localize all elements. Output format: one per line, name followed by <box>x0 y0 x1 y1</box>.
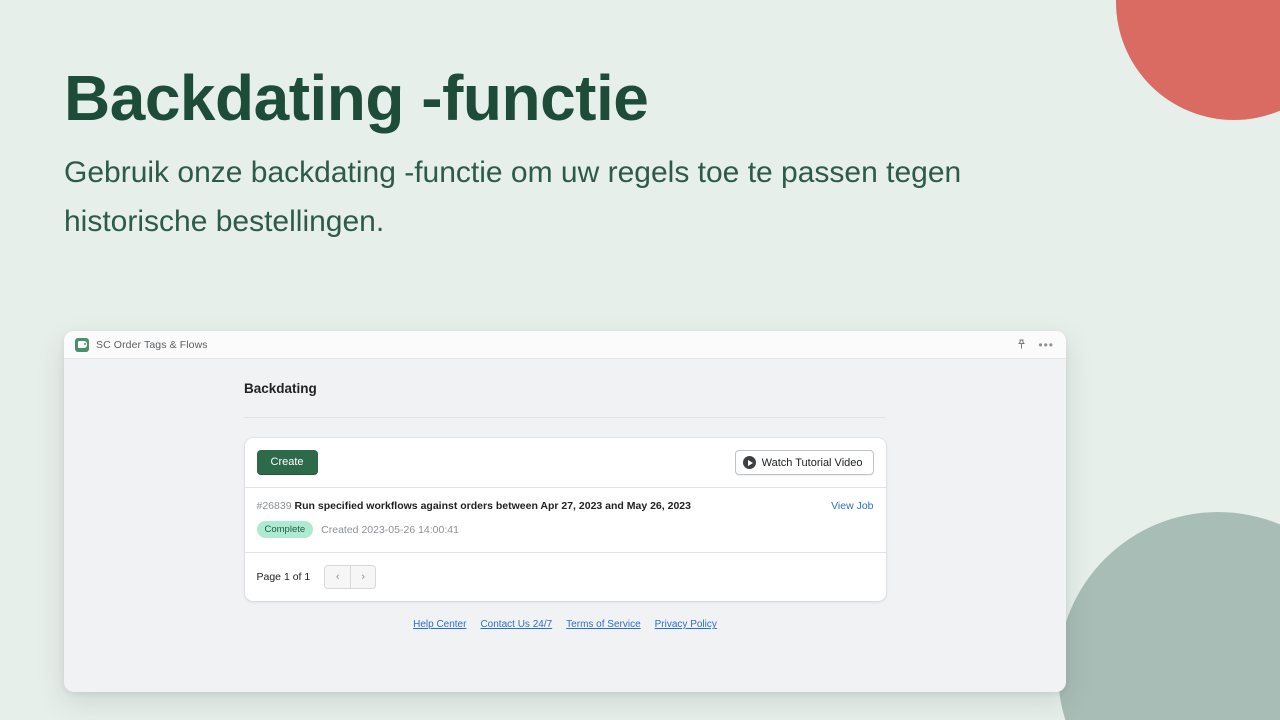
footer-link-contact-us[interactable]: Contact Us 24/7 <box>480 619 552 630</box>
footer-link-terms-of-service[interactable]: Terms of Service <box>566 619 640 630</box>
view-job-link[interactable]: View Job <box>831 500 873 512</box>
app-footer: Help Center Contact Us 24/7 Terms of Ser… <box>64 619 1066 630</box>
create-button[interactable]: Create <box>256 450 318 475</box>
job-id: #26839 <box>256 500 292 512</box>
app-titlebar: SC Order Tags & Flows ••• <box>64 331 1066 359</box>
table-row: #26839 Run specified workflows against or… <box>244 488 886 554</box>
job-title: #26839 Run specified workflows against or… <box>257 500 691 512</box>
pager-controls: ‹ › <box>324 565 377 590</box>
footer-link-privacy-policy[interactable]: Privacy Policy <box>655 619 717 630</box>
page-header: Backdating <box>244 381 886 418</box>
job-headline: #26839 Run specified workflows against or… <box>257 500 874 512</box>
decorative-circle-bottom-right <box>1058 512 1280 720</box>
play-circle-icon <box>742 456 756 469</box>
previous-page-button[interactable]: ‹ <box>325 566 351 589</box>
hero-section: Backdating -functie Gebruik onze backdat… <box>64 62 1094 246</box>
app-name-label: SC Order Tags & Flows <box>96 338 208 351</box>
page-indicator-label: Page 1 of 1 <box>256 571 311 584</box>
footer-link-help-center[interactable]: Help Center <box>413 619 466 630</box>
more-horizontal-icon[interactable]: ••• <box>1038 339 1054 351</box>
hero-subtitle: Gebruik onze backdating -functie om uw r… <box>64 155 962 238</box>
app-body: Backdating Create Watch Tutorial Video #… <box>64 359 1066 692</box>
status-badge: Complete <box>256 521 314 539</box>
next-page-button[interactable]: › <box>350 566 376 589</box>
pagination: Page 1 of 1 ‹ › <box>245 553 886 601</box>
jobs-card: Create Watch Tutorial Video #26839 Run sp… <box>244 438 886 602</box>
page-divider <box>244 417 886 418</box>
job-meta: Complete Created 2023-05-26 14:00:41 <box>256 521 874 539</box>
page-title: Backdating -functie <box>64 62 649 134</box>
order-tag-icon <box>75 337 89 352</box>
watch-tutorial-video-label: Watch Tutorial Video <box>761 456 863 469</box>
watch-tutorial-video-button[interactable]: Watch Tutorial Video <box>734 450 874 475</box>
app-window: SC Order Tags & Flows ••• Backdating Cre… <box>64 331 1066 692</box>
card-toolbar: Create Watch Tutorial Video <box>244 438 886 488</box>
titlebar-actions: ••• <box>1016 339 1054 351</box>
job-description: Run specified workflows against orders b… <box>294 500 691 512</box>
app-page-title: Backdating <box>244 381 317 396</box>
job-created-timestamp: Created 2023-05-26 14:00:41 <box>321 523 459 536</box>
pin-icon[interactable] <box>1016 339 1027 350</box>
decorative-circle-top-right <box>1116 0 1280 120</box>
